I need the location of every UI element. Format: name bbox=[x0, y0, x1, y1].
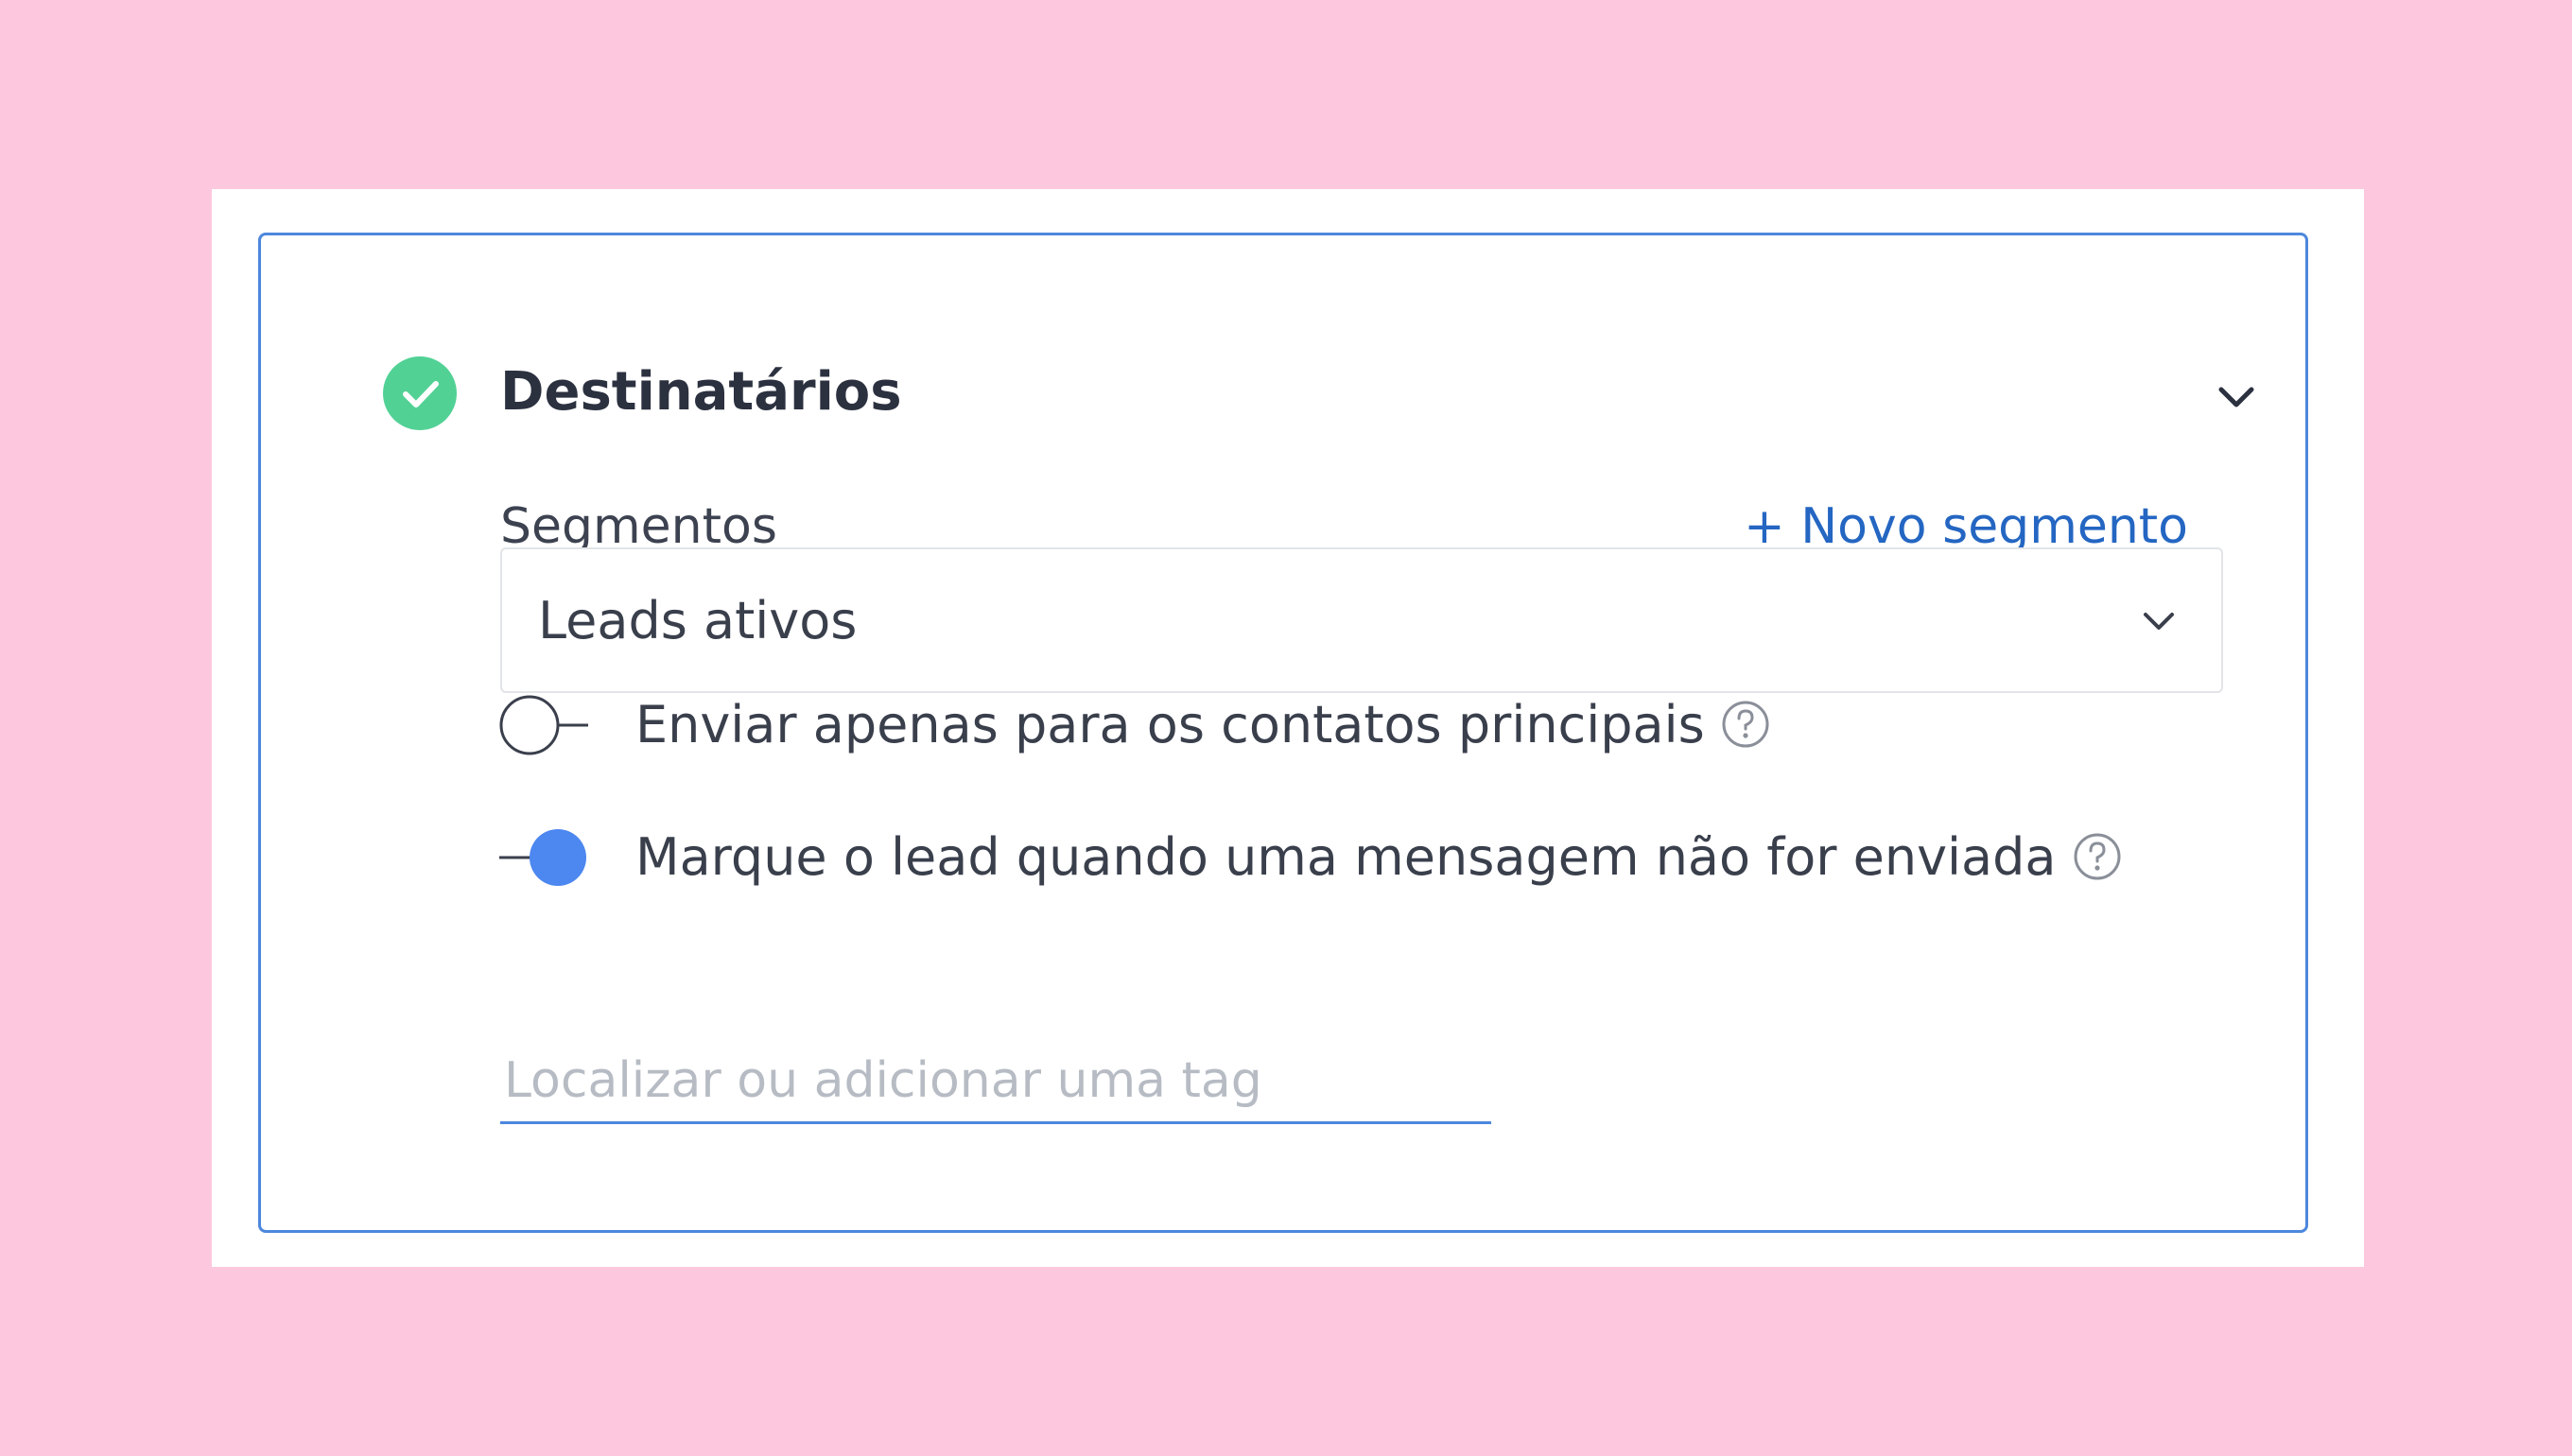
content-frame: Destinatários Segmentos + Novo segmento … bbox=[212, 189, 2364, 1267]
chevron-down-icon bbox=[2134, 597, 2183, 646]
chevron-down-icon[interactable] bbox=[2208, 369, 2265, 425]
check-circle-icon bbox=[383, 356, 457, 430]
toggle-main-contacts-text: Enviar apenas para os contatos principai… bbox=[635, 695, 1705, 754]
toggle-mark-lead-unsent[interactable] bbox=[497, 827, 592, 888]
recipients-section-card: Destinatários Segmentos + Novo segmento … bbox=[258, 233, 2308, 1233]
toggle-main-contacts-label: Enviar apenas para os contatos principai… bbox=[635, 687, 1771, 763]
tag-search-input[interactable] bbox=[500, 1039, 1491, 1124]
toggle-main-contacts-only[interactable] bbox=[497, 695, 592, 755]
toggle-mark-lead-text: Marque o lead quando uma mensagem não fo… bbox=[635, 827, 2057, 887]
segment-select-value: Leads ativos bbox=[538, 591, 858, 650]
question-circle-icon[interactable] bbox=[2072, 831, 2123, 882]
question-circle-icon[interactable] bbox=[1720, 699, 1771, 750]
section-title: Destinatários bbox=[500, 361, 902, 423]
toggle-mark-lead-label: Marque o lead quando uma mensagem não fo… bbox=[635, 820, 2123, 895]
segment-select[interactable]: Leads ativos bbox=[500, 547, 2223, 693]
